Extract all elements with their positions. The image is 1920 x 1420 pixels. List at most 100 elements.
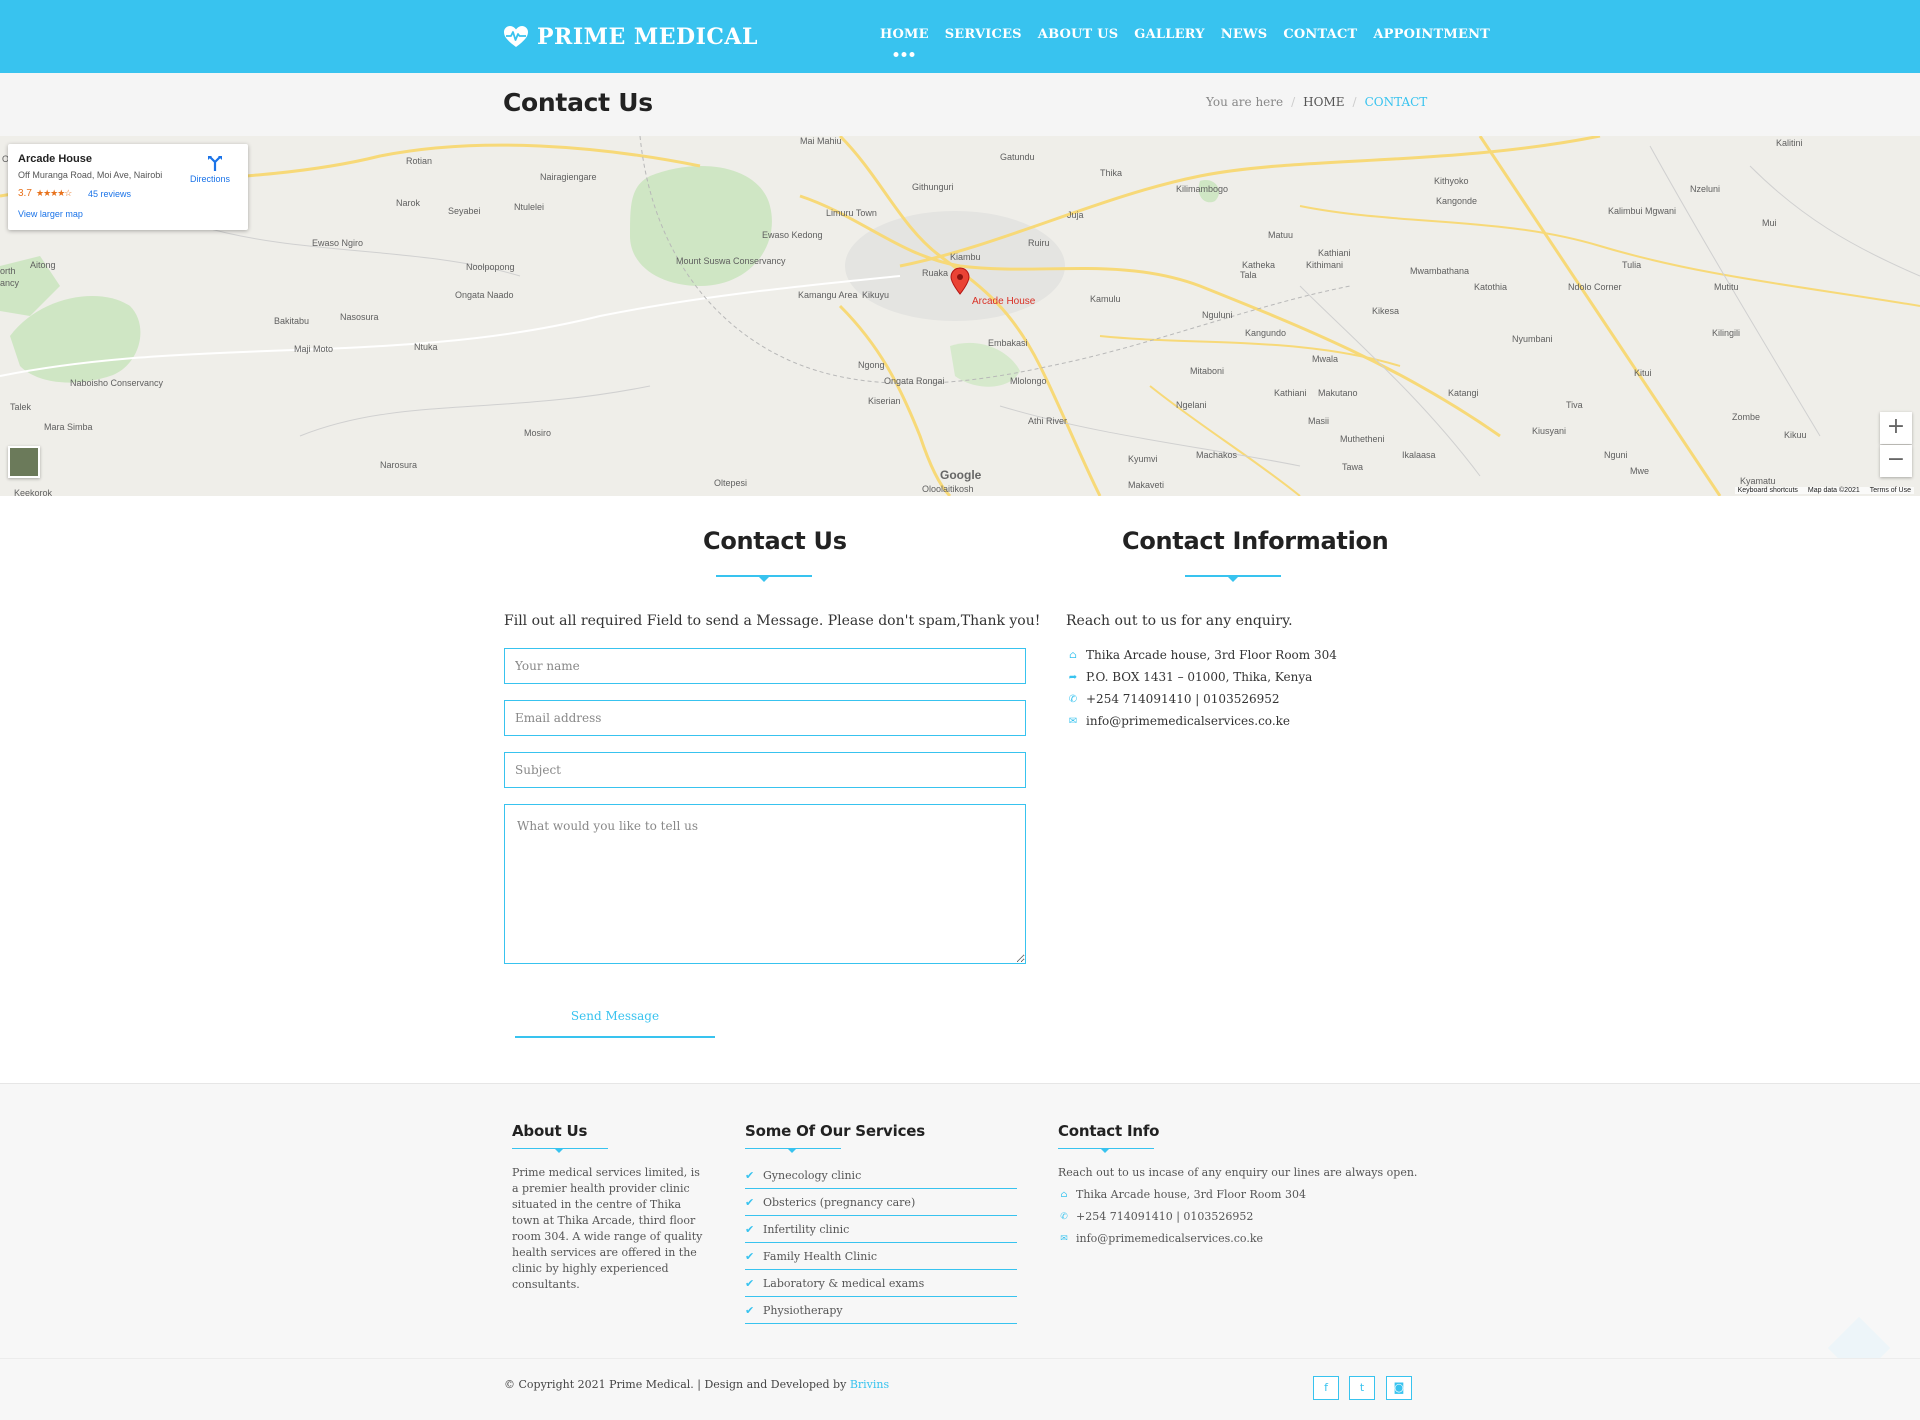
- map-place-label: Rotian: [406, 156, 433, 166]
- copyright-text: © Copyright 2021 Prime Medical. | Design…: [504, 1378, 850, 1391]
- map-place-label: Ikalaasa: [1402, 450, 1436, 460]
- map-place-label: Kyumvi: [1128, 454, 1158, 464]
- directions-link[interactable]: Directions: [190, 174, 230, 184]
- map-place-label: Kalitini: [1776, 138, 1803, 148]
- bottom-bar: [0, 1358, 1920, 1420]
- map-place-label: Mlolongo: [1010, 376, 1047, 386]
- brand-logo[interactable]: PRIME MEDICAL: [503, 22, 758, 52]
- place-rating: 3.7: [18, 188, 32, 199]
- map-place-label: Mwala: [1312, 354, 1339, 364]
- envelope-icon: ✉: [1068, 715, 1078, 727]
- service-label: Infertility clinic: [763, 1222, 850, 1236]
- subject-input[interactable]: [504, 752, 1026, 788]
- map-place-label: Kangundo: [1245, 328, 1287, 338]
- map-place-label: Nzeluni: [1690, 184, 1721, 194]
- view-larger-map-link[interactable]: View larger map: [18, 209, 83, 219]
- list-item[interactable]: ✔ Gynecology clinic: [745, 1162, 1017, 1189]
- breadcrumb-separator: /: [1352, 95, 1357, 109]
- map-place-label: Ruaka: [922, 268, 949, 278]
- breadcrumb: You are here / HOME / CONTACT: [1206, 95, 1427, 109]
- nav-gallery[interactable]: GALLERY: [1134, 27, 1204, 42]
- footer-email-text[interactable]: info@primemedicalservices.co.ke: [1076, 1232, 1263, 1245]
- zoom-in-button[interactable]: +: [1880, 412, 1912, 444]
- list-item[interactable]: ✔ Obsterics (pregnancy care): [745, 1189, 1017, 1216]
- brand-name: PRIME MEDICAL: [537, 24, 758, 50]
- reviews-link[interactable]: 45 reviews: [88, 189, 131, 199]
- zoom-out-button[interactable]: −: [1880, 445, 1912, 477]
- map-place-label: Limuru Town: [826, 208, 877, 218]
- directions-icon[interactable]: [206, 154, 224, 172]
- nav-contact[interactable]: CONTACT: [1283, 27, 1357, 42]
- instagram-icon[interactable]: ◙: [1386, 1376, 1412, 1400]
- map-place-label: Tala: [1240, 270, 1257, 280]
- check-icon: ✔: [745, 1303, 755, 1317]
- list-item[interactable]: ✔ Physiotherapy: [745, 1297, 1017, 1324]
- developer-link[interactable]: Brivins: [850, 1378, 889, 1391]
- map-place-label: Kikuu: [1784, 430, 1807, 440]
- nav-news-label: NEWS: [1220, 27, 1268, 42]
- map-place-label: Ntuka: [414, 342, 438, 352]
- map-place-label: Mutitu: [1714, 282, 1739, 292]
- map-place-label: ancy: [0, 278, 20, 288]
- info-email-text[interactable]: info@primemedicalservices.co.ke: [1086, 714, 1290, 728]
- nav-about[interactable]: ABOUT US: [1038, 27, 1119, 42]
- map-place-label: Tulia: [1622, 260, 1642, 270]
- title-underline: [745, 1148, 841, 1153]
- message-textarea[interactable]: [504, 804, 1026, 964]
- footer-contact-title: Contact Info: [1058, 1122, 1160, 1140]
- check-icon: ✔: [745, 1222, 755, 1236]
- send-message-button[interactable]: Send Message: [515, 996, 715, 1038]
- twitter-icon[interactable]: t: [1349, 1376, 1375, 1400]
- map-place-label: Katothia: [1474, 282, 1508, 292]
- map-place-label: Noolpopong: [466, 262, 515, 272]
- map-place-label: Narok: [396, 198, 421, 208]
- map-place-label: Mwambathana: [1410, 266, 1470, 276]
- map-place-label: Kithimani: [1306, 260, 1344, 270]
- map-place-label: Kyamatu: [1740, 476, 1776, 486]
- name-input[interactable]: [504, 648, 1026, 684]
- list-item[interactable]: ✔ Family Health Clinic: [745, 1243, 1017, 1270]
- list-item[interactable]: ✔ Laboratory & medical exams: [745, 1270, 1017, 1297]
- footer-about-text: Prime medical services limited, is a pre…: [512, 1166, 703, 1291]
- map-place-label: Kikesa: [1372, 306, 1400, 316]
- map-place-label: Kithyoko: [1434, 176, 1469, 186]
- check-icon: ✔: [745, 1276, 755, 1290]
- nav-home[interactable]: HOME: [880, 27, 929, 57]
- page-title: Contact Us: [503, 88, 653, 117]
- breadcrumb-home[interactable]: HOME: [1303, 95, 1344, 109]
- home-icon: ⌂: [1060, 1189, 1068, 1200]
- map-place-label: Ngelani: [1176, 400, 1207, 410]
- map-place-label: Thika: [1100, 168, 1123, 178]
- title-underline: [512, 1148, 608, 1153]
- list-item[interactable]: ✔ Infertility clinic: [745, 1216, 1017, 1243]
- map-place-label: Makutano: [1318, 388, 1358, 398]
- map-place-label: Kiserian: [868, 396, 901, 406]
- nav-news[interactable]: NEWS: [1221, 27, 1268, 42]
- contact-info-title: Contact Information: [1122, 527, 1389, 555]
- heart-pulse-icon: [504, 26, 528, 47]
- nav-appointment[interactable]: APPOINTMENT: [1373, 27, 1490, 42]
- google-map[interactable]: Thika Ruiru Athi River Kiambu Juja Kamulu Ngon…: [0, 136, 1920, 496]
- footer-about-title: About Us: [512, 1122, 588, 1140]
- facebook-icon[interactable]: f: [1313, 1376, 1339, 1400]
- nav-services-label: SERVICES: [944, 27, 1022, 42]
- info-email: ✉ info@primemedicalservices.co.ke: [1066, 714, 1290, 728]
- nav-gallery-label: GALLERY: [1134, 27, 1205, 42]
- check-icon: ✔: [745, 1195, 755, 1209]
- map-place-label: Gatundu: [1000, 152, 1035, 162]
- title-underline: [1058, 1148, 1154, 1153]
- terms-link[interactable]: Terms of Use: [1870, 487, 1911, 494]
- satellite-toggle[interactable]: [8, 446, 40, 478]
- email-input[interactable]: [504, 700, 1026, 736]
- nav-services[interactable]: SERVICES: [945, 27, 1022, 42]
- map-place-label: Kamangu Area: [798, 290, 858, 300]
- map-place-label: Ruiru: [1028, 238, 1050, 248]
- nav-contact-label: CONTACT: [1283, 27, 1358, 42]
- check-icon: ✔: [745, 1168, 755, 1182]
- map-place-label: Muthetheni: [1340, 434, 1385, 444]
- map-pin-label[interactable]: Arcade House: [972, 296, 1035, 307]
- service-label: Obsterics (pregnancy care): [763, 1195, 916, 1209]
- keyboard-shortcuts-link[interactable]: Keyboard shortcuts: [1738, 487, 1798, 494]
- service-label: Laboratory & medical exams: [763, 1276, 925, 1290]
- map-place-label: Masii: [1308, 416, 1330, 426]
